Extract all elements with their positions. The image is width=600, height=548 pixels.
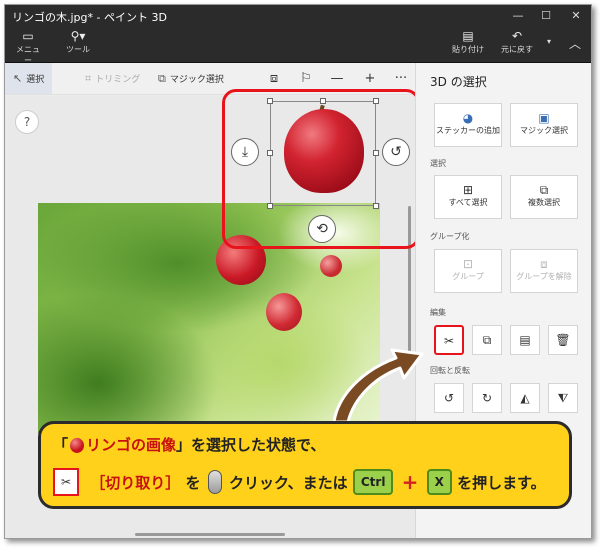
pointer-arrow-icon (332, 348, 424, 424)
chevron-down-icon[interactable]: ▾ (542, 37, 556, 46)
select-all-button[interactable]: ⊞ すべて選択 (434, 175, 502, 219)
more-options-icon[interactable]: ··· (391, 69, 411, 89)
select-label: 選択 (26, 75, 45, 85)
ctrl-key: Ctrl (352, 469, 394, 495)
multi-select-label: 複数選択 (528, 198, 560, 207)
mouse-icon (207, 470, 222, 494)
image-name: リンゴの画像 (86, 436, 177, 454)
copy-icon: ⧉ (482, 333, 492, 347)
open-bracket: 「 (53, 436, 69, 454)
zoom-out-icon[interactable]: — (327, 69, 347, 89)
select-tool[interactable]: ↖ 選択 (5, 63, 53, 94)
undo-button[interactable]: ↶ 元に戻す (500, 29, 534, 55)
particle-wo: を (185, 473, 201, 492)
cut-label: ［切り取り］ (90, 473, 181, 492)
apple-fruit-2 (266, 293, 302, 331)
paste-button[interactable]: ▤ 貼り付け (451, 29, 485, 55)
tools-icon: ⚲▾ (70, 29, 86, 43)
cut-button[interactable]: ✂ (434, 325, 464, 355)
click-text: クリック、または (228, 473, 348, 492)
close-icon[interactable]: ✕ (561, 5, 591, 27)
maximize-icon[interactable]: ☐ (531, 5, 561, 27)
apple-fruit-3 (320, 255, 342, 277)
callout-line-1: 「リンゴの画像」を選択した状態で、 (53, 434, 325, 455)
group-label: グループ (452, 272, 484, 281)
collapse-ribbon-icon[interactable]: ︿ (567, 35, 583, 52)
window-title: リンゴの木.jpg* - ペイント 3D (12, 11, 167, 24)
flip-vertical-button[interactable]: ⧨ (548, 383, 578, 413)
edit-section-label: 編集 (430, 308, 446, 317)
paste-icon: ▤ (462, 29, 474, 43)
select-section-label: 選択 (430, 159, 446, 168)
flag-icon[interactable]: ⚐ (296, 69, 316, 89)
select-all-label: すべて選択 (448, 198, 488, 207)
magic-select-button[interactable]: ▣ マジック選択 (510, 103, 578, 147)
cursor-icon: ↖ (13, 72, 23, 85)
group-button[interactable]: ⊡ グループ (434, 249, 502, 293)
flip-horizontal-icon: ◭ (520, 391, 530, 405)
group-icon: ⊡ (462, 257, 474, 271)
paste-panel-button[interactable]: ▤ (510, 325, 540, 355)
rotate-left-button[interactable]: ↺ (434, 383, 464, 413)
undo-icon: ↶ (511, 29, 523, 43)
title-bar: リンゴの木.jpg* - ペイント 3D — ☐ ✕ (5, 5, 591, 27)
x-key: X (426, 469, 452, 495)
press-text: を押します。 (457, 473, 546, 492)
magic-select-tool[interactable]: ⧉ マジック選択 (158, 70, 224, 88)
flip-horizontal-button[interactable]: ◭ (510, 383, 540, 413)
help-button[interactable]: ? (15, 110, 39, 134)
ribbon: ▭ メニュー ⚲▾ ツール ▤ 貼り付け ↶ 元に戻す ▾ ︿ (5, 27, 591, 66)
magic-select-panel-label: マジック選択 (520, 126, 568, 135)
crop-label: トリミング (95, 75, 141, 85)
paste-icon: ▤ (519, 333, 531, 347)
tools-label: ツール (66, 45, 90, 54)
magic-select-label: マジック選択 (169, 75, 224, 85)
add-sticker-label: ステッカーの追加 (436, 126, 500, 135)
delete-button[interactable]: 🗑 (548, 325, 578, 355)
sticker-icon: ◕ (462, 111, 474, 125)
magic-select-icon: ▣ (538, 111, 550, 125)
highlight-frame (222, 89, 420, 249)
rotate-section-label: 回転と反転 (430, 366, 470, 375)
zoom-in-icon[interactable]: + (360, 69, 380, 89)
callout-line-2: ✂ ［切り取り］ を クリック、または Ctrl + X を押します。 (53, 468, 546, 498)
panel-title: 3D の選択 (430, 75, 487, 89)
add-sticker-button[interactable]: ◕ ステッカーの追加 (434, 103, 502, 147)
rotate-right-button[interactable]: ↻ (472, 383, 502, 413)
minimize-icon[interactable]: — (503, 5, 533, 27)
scissors-icon: ✂ (53, 468, 79, 496)
ungroup-icon: ⧈ (540, 257, 548, 271)
line1-rest: 」を選択した状態で、 (176, 436, 326, 454)
rotate-right-icon: ↻ (481, 391, 493, 405)
3d-view-icon[interactable]: ⧈ (264, 69, 284, 89)
apple-icon (70, 438, 85, 453)
magic-select-icon: ⧉ (158, 72, 166, 85)
folder-icon: ▭ (22, 29, 34, 43)
select-all-icon: ⊞ (462, 183, 474, 197)
crop-tool[interactable]: ⌗ トリミング (85, 70, 140, 88)
scissors-icon: ✂ (443, 334, 455, 348)
ungroup-button[interactable]: ⧈ グループを解除 (510, 249, 578, 293)
multi-select-icon: ⧉ (539, 183, 549, 197)
menu-label: メニュー (16, 45, 40, 65)
crop-icon: ⌗ (85, 72, 92, 85)
undo-label: 元に戻す (501, 45, 533, 54)
instruction-callout: 「リンゴの画像」を選択した状態で、 ✂ ［切り取り］ を クリック、または Ct… (38, 421, 572, 509)
group-section-label: グループ化 (430, 232, 470, 241)
trash-icon: 🗑 (555, 333, 571, 347)
flip-vertical-icon: ⧨ (557, 391, 569, 405)
menu-button[interactable]: ▭ メニュー (13, 29, 43, 66)
multi-select-button[interactable]: ⧉ 複数選択 (510, 175, 578, 219)
ungroup-label: グループを解除 (516, 272, 572, 281)
rotate-left-icon: ↺ (443, 391, 455, 405)
paste-label: 貼り付け (452, 45, 484, 54)
tools-button[interactable]: ⚲▾ ツール (63, 29, 93, 55)
plus-sign: + (401, 470, 419, 494)
copy-button[interactable]: ⧉ (472, 325, 502, 355)
horizontal-scrollbar[interactable] (135, 533, 285, 536)
